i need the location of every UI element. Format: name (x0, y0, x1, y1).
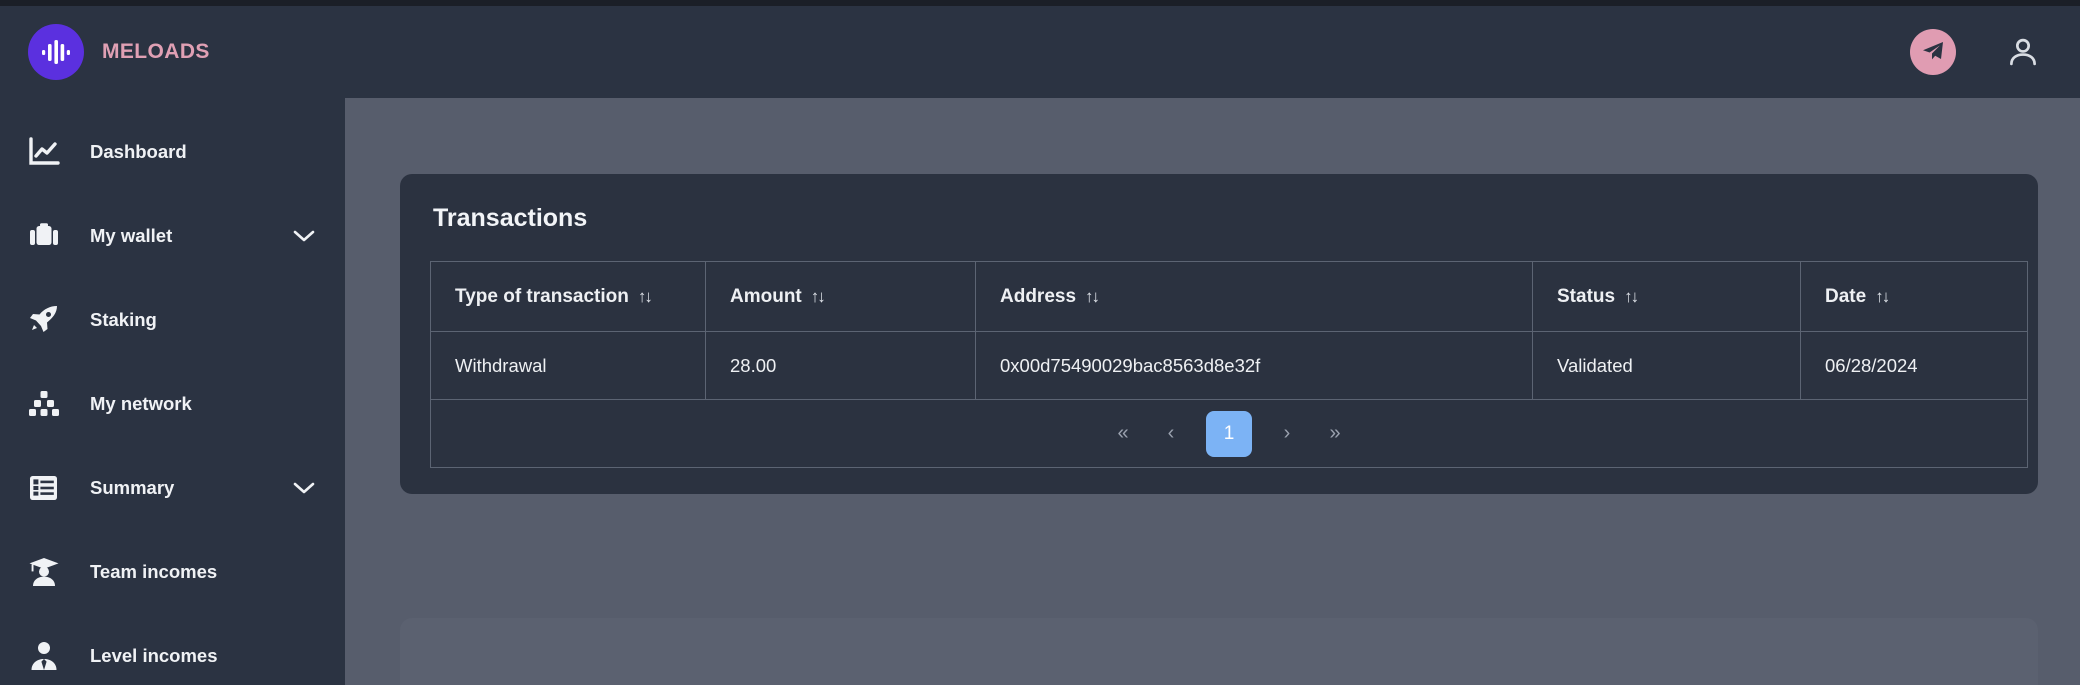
column-header-type[interactable]: Type of transaction ↑↓ (430, 261, 706, 332)
user-account-icon[interactable] (2000, 29, 2046, 75)
waveform-icon (28, 24, 84, 80)
sort-arrows-icon[interactable]: ↑↓ (1085, 288, 1100, 305)
network-nodes-icon (28, 389, 70, 419)
cell-date: 06/28/2024 (1800, 331, 2028, 400)
sidebar-item-level-incomes[interactable]: Level incomes (0, 614, 345, 685)
column-header-label: Address (1000, 285, 1077, 307)
cell-address: 0x00d75490029bac8563d8e32f (975, 331, 1533, 400)
sort-arrows-icon[interactable]: ↑↓ (1875, 288, 1890, 305)
briefcase-icon (28, 221, 70, 251)
chart-line-icon (28, 137, 70, 167)
column-header-status[interactable]: Status ↑↓ (1532, 261, 1801, 332)
sidebar-item-staking[interactable]: Staking (0, 278, 345, 362)
graduate-user-icon (28, 557, 70, 587)
rocket-icon (28, 305, 70, 335)
sort-arrows-icon[interactable]: ↑↓ (811, 288, 826, 305)
sidebar-item-label: Team incomes (90, 561, 218, 582)
sidebar: Dashboard My wallet Staking My network S… (0, 98, 345, 685)
pagination-page-1-button[interactable]: 1 (1206, 410, 1252, 457)
sidebar-item-dashboard[interactable]: Dashboard (0, 110, 345, 194)
window-top-strip (0, 0, 2080, 6)
sidebar-item-my-wallet[interactable]: My wallet (0, 194, 345, 278)
sidebar-item-label: Dashboard (90, 141, 187, 162)
person-tie-icon (28, 641, 70, 671)
table-head: Type of transaction ↑↓ Amount ↑↓ Address ↑↓… (430, 261, 2028, 332)
chevron-down-icon[interactable] (293, 229, 315, 243)
sidebar-item-team-incomes[interactable]: Team incomes (0, 530, 345, 614)
table-list-icon (28, 473, 70, 503)
pagination-prev-button[interactable]: ‹ (1158, 417, 1184, 451)
transactions-card: Transactions Type of transaction ↑↓ Amoun… (400, 174, 2038, 494)
page-title: Transactions (433, 204, 588, 232)
sort-arrows-icon[interactable]: ↑↓ (638, 288, 653, 305)
column-header-label: Type of transaction (455, 285, 629, 307)
pagination-last-button[interactable]: » (1322, 417, 1348, 451)
sidebar-item-label: Level incomes (90, 645, 218, 666)
sidebar-item-label: My wallet (90, 225, 173, 246)
cell-type: Withdrawal (430, 331, 706, 400)
table-header-row: Type of transaction ↑↓ Amount ↑↓ Address ↑↓… (430, 261, 2028, 332)
sort-arrows-icon[interactable]: ↑↓ (1624, 288, 1639, 305)
column-header-amount[interactable]: Amount ↑↓ (705, 261, 976, 332)
secondary-card-placeholder (400, 618, 2038, 685)
top-bar: MELOADS (0, 6, 2080, 98)
sidebar-item-label: Summary (90, 477, 175, 498)
column-header-address[interactable]: Address ↑↓ (975, 261, 1533, 332)
pagination: « ‹ 1 › » (455, 410, 2003, 457)
table-body: Withdrawal 28.00 0x00d75490029bac8563d8e… (430, 331, 2028, 468)
table-row[interactable]: Withdrawal 28.00 0x00d75490029bac8563d8e… (430, 331, 2028, 400)
telegram-send-icon[interactable] (1910, 29, 1956, 75)
column-header-label: Date (1825, 285, 1867, 307)
brand-name: MELOADS (102, 40, 210, 63)
brand-logo-area[interactable]: MELOADS (0, 24, 345, 80)
table-pagination-row: « ‹ 1 › » (430, 399, 2028, 468)
pagination-first-button[interactable]: « (1110, 417, 1136, 451)
sidebar-item-summary[interactable]: Summary (0, 446, 345, 530)
chevron-down-icon[interactable] (293, 481, 315, 495)
transactions-table: Type of transaction ↑↓ Amount ↑↓ Address ↑↓… (430, 261, 2028, 468)
cell-status: Validated (1532, 331, 1801, 400)
sidebar-item-my-network[interactable]: My network (0, 362, 345, 446)
column-header-label: Status (1557, 285, 1616, 307)
pagination-next-button[interactable]: › (1274, 417, 1300, 451)
main-content: Transactions Type of transaction ↑↓ Amoun… (345, 98, 2080, 685)
top-bar-actions (1910, 29, 2080, 75)
column-header-label: Amount (730, 285, 802, 307)
pagination-cell: « ‹ 1 › » (430, 399, 2028, 468)
sidebar-item-label: Staking (90, 309, 157, 330)
column-header-date[interactable]: Date ↑↓ (1800, 261, 2028, 332)
sidebar-item-label: My network (90, 393, 192, 414)
cell-amount: 28.00 (705, 331, 976, 400)
